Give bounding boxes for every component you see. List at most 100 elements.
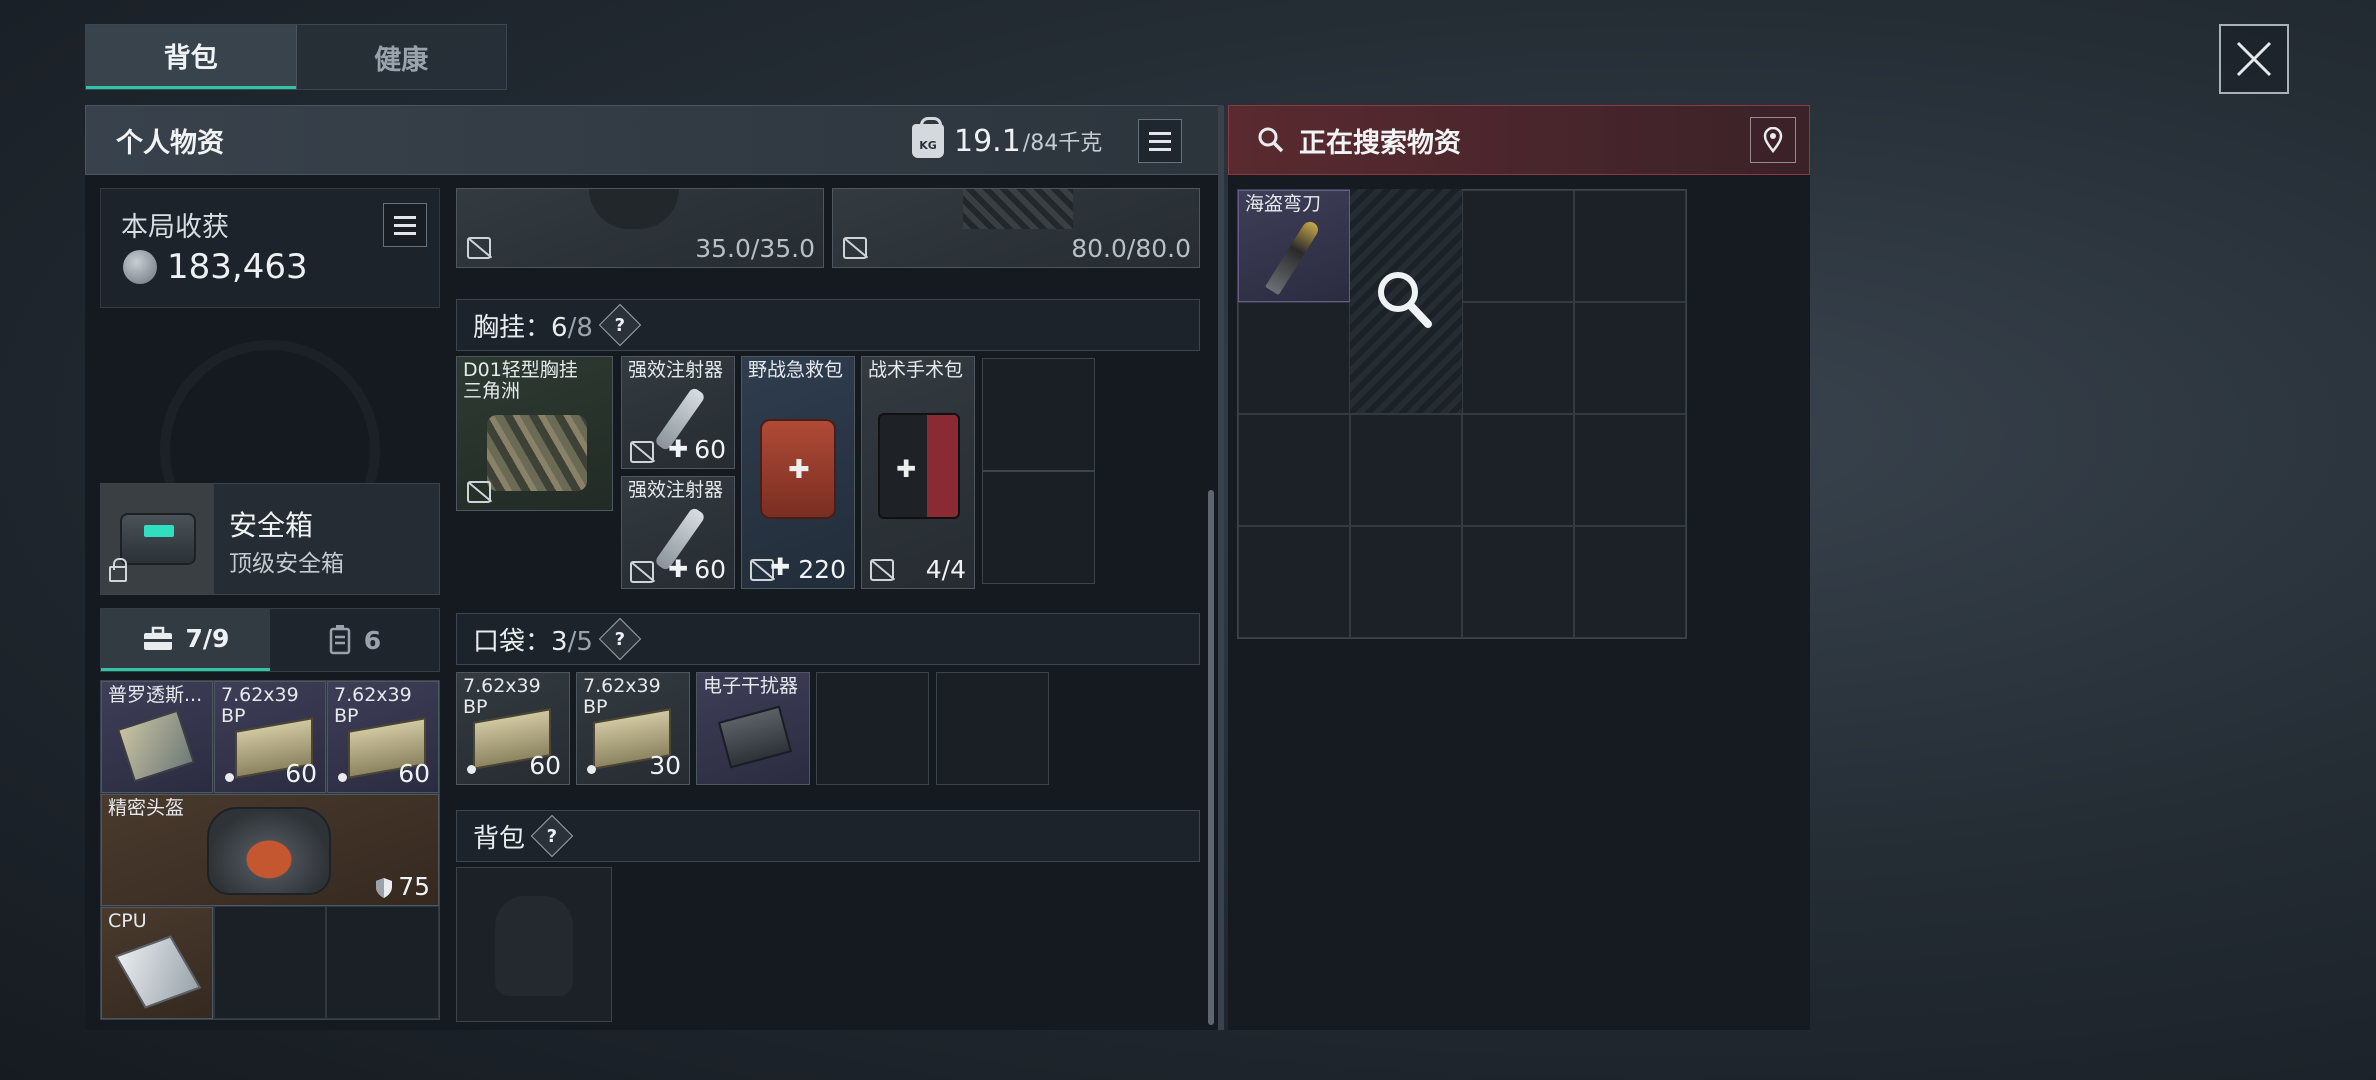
chest-rig-total: /8	[567, 312, 593, 343]
weight-display: KG 19.1 /84千克	[912, 117, 1183, 165]
item-qty: 220	[798, 555, 846, 584]
item-qty: 60	[285, 759, 317, 788]
search-title: 正在搜索物资	[1299, 127, 1461, 159]
chest-rig-used: 6	[551, 312, 568, 343]
haul-value-row: 183,463	[123, 247, 308, 287]
list-icon	[1149, 131, 1172, 135]
item-durability: 35.0/35.0	[695, 234, 815, 263]
pin-icon	[1763, 127, 1783, 153]
pockets-used: 3	[551, 626, 568, 657]
item-qty: 60	[398, 759, 430, 788]
ammo-dot-icon	[467, 765, 476, 774]
search-icon	[1378, 272, 1432, 328]
location-pin-button[interactable]	[1750, 117, 1796, 163]
pockets-label: 口袋	[473, 626, 526, 657]
item-injector-1[interactable]: 强效注射器 ✚ 60	[621, 356, 735, 469]
tab-toolbox[interactable]: 7/9	[101, 609, 270, 671]
item-cpu[interactable]: CPU	[101, 907, 213, 1019]
item-d01-chest-rig[interactable]: D01轻型胸挂 三角洲	[456, 356, 613, 511]
plus-icon: ✚	[668, 435, 689, 463]
item-name: 强效注射器	[628, 359, 724, 381]
item-equipment-1[interactable]: 35.0/35.0	[456, 188, 824, 268]
item-durability: 80.0/80.0	[1071, 234, 1191, 263]
ammo-dot-icon	[587, 765, 596, 774]
kg-weight-icon: KG	[912, 117, 944, 158]
chest-rig-label-row: 胸挂：6/8	[473, 312, 593, 343]
no-sell-icon	[843, 237, 867, 259]
item-equipment-2[interactable]: 80.0/80.0	[832, 188, 1200, 268]
item-durability: 75	[398, 872, 430, 901]
scrollbar[interactable]	[1208, 490, 1214, 1025]
safe-subtitle: 顶级安全箱	[229, 551, 344, 577]
item-qty: 30	[649, 751, 681, 780]
pocket-empty-slot[interactable]	[816, 672, 929, 785]
plus-icon: ✚	[668, 555, 689, 583]
pockets-label-row: 口袋：3/5	[473, 626, 593, 657]
item-name: 普罗透斯...	[108, 684, 203, 706]
top-tab-bar: 背包 健康	[85, 24, 507, 90]
search-icon	[1258, 127, 1284, 153]
item-name: 电子干扰器	[703, 675, 799, 697]
ammo-icon	[329, 625, 351, 655]
search-header: 正在搜索物资	[1228, 105, 1810, 175]
item-qty: 60	[694, 555, 726, 584]
no-sell-icon	[870, 559, 894, 581]
safe-title: 安全箱	[229, 509, 314, 542]
tab-backpack[interactable]: 背包	[86, 25, 296, 89]
close-button[interactable]	[2219, 24, 2289, 94]
item-qty: 60	[529, 751, 561, 780]
item-ammo-bp-1[interactable]: 7.62x39 BP 60	[214, 681, 326, 793]
item-field-first-aid[interactable]: 野战急救包 ✚ ✚ 220	[741, 356, 855, 589]
tab-health[interactable]: 健康	[295, 25, 507, 89]
tab-ammo[interactable]: 6	[270, 609, 439, 671]
item-pocket-ammo-1[interactable]: 7.62x39 BP 60	[456, 672, 570, 785]
item-name: CPU	[108, 910, 147, 932]
coin-icon	[123, 250, 157, 284]
item-pocket-ammo-2[interactable]: 7.62x39 BP 30	[576, 672, 690, 785]
plus-icon: ✚	[770, 553, 791, 581]
item-name: 海盗弯刀	[1245, 193, 1322, 215]
no-sell-icon	[467, 237, 491, 259]
item-ammo-bp-2[interactable]: 7.62x39 BP 60	[327, 681, 439, 793]
toolbox-icon	[143, 626, 172, 650]
item-electronic-jammer[interactable]: 电子干扰器	[696, 672, 810, 785]
item-name: 精密头盔	[108, 797, 185, 819]
backpack-label: 背包	[473, 823, 526, 854]
pockets-header: 口袋：3/5 ?	[456, 613, 1200, 665]
weight-max: /84千克	[1022, 131, 1103, 156]
close-icon	[2236, 41, 2272, 77]
item-precision-helmet[interactable]: 精密头盔 75	[101, 794, 439, 906]
backpack-empty-slot[interactable]	[456, 867, 612, 1022]
match-haul-card: 本局收获 183,463	[100, 188, 440, 308]
ammo-count: 6	[363, 625, 382, 655]
question-icon[interactable]: ?	[530, 814, 574, 858]
lock-icon	[109, 558, 127, 582]
item-injector-2[interactable]: 强效注射器 ✚ 60	[621, 476, 735, 589]
list-icon	[394, 215, 416, 219]
chest-rig-empty-slot[interactable]	[982, 471, 1095, 584]
pocket-empty-slot[interactable]	[936, 672, 1049, 785]
item-tactical-surgery-kit[interactable]: 战术手术包 ✚ 4/4	[861, 356, 975, 589]
haul-list-button[interactable]	[383, 203, 427, 247]
personal-title: 个人物资	[116, 127, 224, 159]
weight-current: 19.1	[954, 123, 1021, 159]
chest-rig-header: 胸挂：6/8 ?	[456, 299, 1200, 351]
panel-divider	[1218, 105, 1224, 1030]
ammo-dot-icon	[225, 773, 234, 782]
ammo-dot-icon	[338, 773, 347, 782]
item-name: D01轻型胸挂 三角洲	[463, 359, 578, 402]
item-proteus[interactable]: 普罗透斯...	[101, 681, 213, 793]
safe-box-slot[interactable]: 安全箱 顶级安全箱	[100, 483, 440, 595]
item-qty: 60	[694, 435, 726, 464]
haul-value: 183,463	[167, 247, 308, 287]
no-sell-icon	[467, 481, 491, 503]
question-icon[interactable]: ?	[598, 303, 642, 347]
question-icon[interactable]: ?	[598, 617, 642, 661]
item-name: 强效注射器	[628, 479, 724, 501]
sort-list-button[interactable]	[1138, 119, 1183, 163]
item-qty: 4/4	[925, 555, 966, 584]
chest-rig-empty-slot[interactable]	[982, 358, 1095, 471]
backpack-header: 背包 ?	[456, 810, 1200, 862]
pockets-total: /5	[567, 626, 593, 657]
item-pirate-cutlass[interactable]: 海盗弯刀	[1238, 190, 1350, 302]
